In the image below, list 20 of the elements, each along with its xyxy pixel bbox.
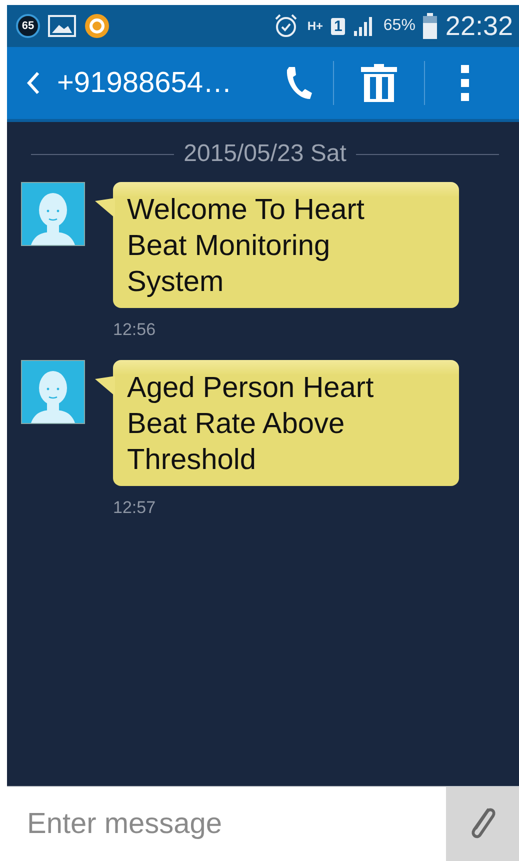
contact-number: +91988654… bbox=[57, 66, 232, 100]
sim-indicator: 1 bbox=[331, 18, 346, 34]
picture-icon bbox=[48, 15, 76, 37]
paperclip-icon[interactable] bbox=[446, 787, 519, 861]
bubble-tail bbox=[95, 376, 115, 396]
network-type: H+ bbox=[307, 19, 324, 33]
message-bubble: Aged Person Heart Beat Rate Above Threshold bbox=[113, 360, 459, 486]
battery-percent: 65% bbox=[383, 17, 416, 35]
message-time: 12:56 bbox=[113, 320, 157, 340]
clock: 22:32 bbox=[445, 10, 513, 42]
avatar-icon bbox=[21, 182, 85, 246]
app-icon bbox=[84, 13, 110, 39]
message-bubble: Welcome To Heart Beat Monitoring System bbox=[113, 182, 459, 308]
message-time: 12:57 bbox=[113, 498, 157, 518]
alarm-icon bbox=[273, 13, 300, 39]
battery-icon bbox=[423, 13, 438, 39]
avatar-icon bbox=[21, 360, 85, 424]
notification-count: 65 bbox=[16, 14, 40, 38]
bubble-tail bbox=[95, 198, 115, 218]
date-divider: 2015/05/23 Sat bbox=[184, 140, 346, 168]
